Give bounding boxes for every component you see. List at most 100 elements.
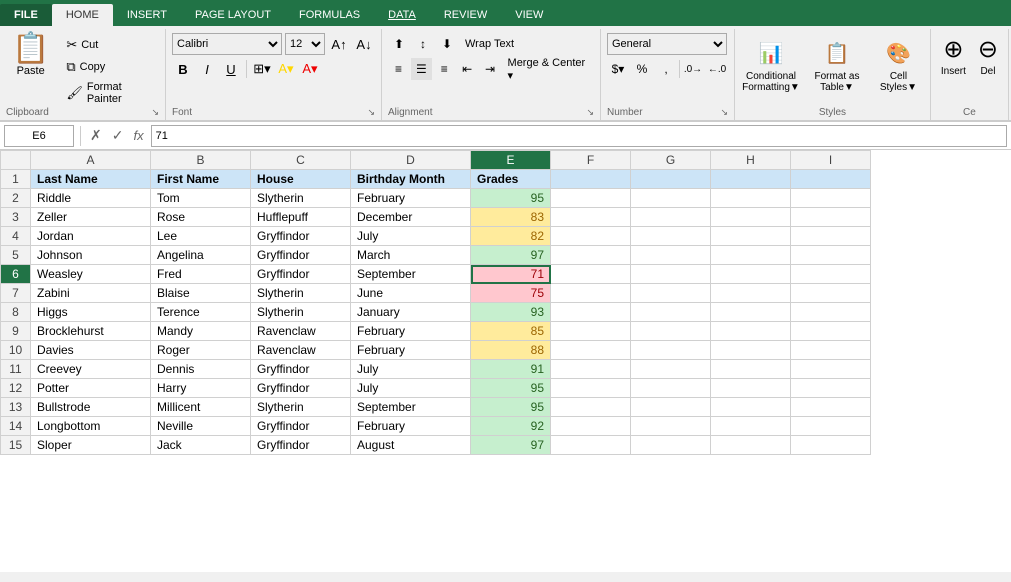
decrease-font-button[interactable]: A↓ (353, 33, 375, 55)
col-header-h[interactable]: H (711, 151, 791, 170)
format-painter-button[interactable]: 🖌 Format Painter (61, 79, 159, 107)
cell-A9[interactable]: Brocklehurst (31, 322, 151, 341)
cell-C3[interactable]: Hufflepuff (251, 208, 351, 227)
cell-C10[interactable]: Ravenclaw (251, 341, 351, 360)
cell-B8[interactable]: Terence (151, 303, 251, 322)
header-cell-H[interactable] (711, 170, 791, 189)
cell-E13[interactable]: 95 (471, 398, 551, 417)
cell-I15[interactable] (791, 436, 871, 455)
cell-B4[interactable]: Lee (151, 227, 251, 246)
italic-button[interactable]: I (196, 58, 218, 80)
align-left-button[interactable]: ≡ (388, 58, 409, 80)
cell-A13[interactable]: Bullstrode (31, 398, 151, 417)
cell-F12[interactable] (551, 379, 631, 398)
cell-B14[interactable]: Neville (151, 417, 251, 436)
cell-C9[interactable]: Ravenclaw (251, 322, 351, 341)
cell-A8[interactable]: Higgs (31, 303, 151, 322)
cell-F3[interactable] (551, 208, 631, 227)
cell-D10[interactable]: February (351, 341, 471, 360)
cell-H13[interactable] (711, 398, 791, 417)
header-cell-A[interactable]: Last Name (31, 170, 151, 189)
cell-H4[interactable] (711, 227, 791, 246)
cell-styles-button[interactable]: 🎨 Cell Styles▼ (873, 33, 924, 95)
cell-E4[interactable]: 82 (471, 227, 551, 246)
cell-F6[interactable] (551, 265, 631, 284)
cell-F5[interactable] (551, 246, 631, 265)
row-header-8[interactable]: 8 (1, 303, 31, 322)
cell-E6[interactable]: 71 (471, 265, 551, 284)
cell-I9[interactable] (791, 322, 871, 341)
paste-button[interactable]: 📋 Paste (6, 31, 55, 80)
cell-I4[interactable] (791, 227, 871, 246)
cell-D5[interactable]: March (351, 246, 471, 265)
align-right-button[interactable]: ≡ (434, 58, 455, 80)
cell-G6[interactable] (631, 265, 711, 284)
conditional-formatting-button[interactable]: 📊 Conditional Formatting▼ (741, 33, 801, 95)
alignment-expand-icon[interactable]: ↘ (586, 107, 594, 118)
font-size-select[interactable]: 12 (285, 33, 325, 55)
cell-B13[interactable]: Millicent (151, 398, 251, 417)
cell-C6[interactable]: Gryffindor (251, 265, 351, 284)
cell-C4[interactable]: Gryffindor (251, 227, 351, 246)
col-header-e[interactable]: E (471, 151, 551, 170)
row-header-1[interactable]: 1 (1, 170, 31, 189)
cell-D2[interactable]: February (351, 189, 471, 208)
col-header-i[interactable]: I (791, 151, 871, 170)
cell-D8[interactable]: January (351, 303, 471, 322)
cell-I3[interactable] (791, 208, 871, 227)
cell-I12[interactable] (791, 379, 871, 398)
row-header-13[interactable]: 13 (1, 398, 31, 417)
cell-H12[interactable] (711, 379, 791, 398)
cell-B6[interactable]: Fred (151, 265, 251, 284)
cell-F10[interactable] (551, 341, 631, 360)
cell-E15[interactable]: 97 (471, 436, 551, 455)
cell-D3[interactable]: December (351, 208, 471, 227)
cell-E2[interactable]: 95 (471, 189, 551, 208)
cell-D6[interactable]: September (351, 265, 471, 284)
cell-H7[interactable] (711, 284, 791, 303)
cell-E11[interactable]: 91 (471, 360, 551, 379)
tab-home[interactable]: HOME (52, 4, 113, 26)
cancel-formula-icon[interactable]: ✗ (87, 127, 105, 144)
header-cell-C[interactable]: House (251, 170, 351, 189)
cell-I11[interactable] (791, 360, 871, 379)
cell-I10[interactable] (791, 341, 871, 360)
cell-G7[interactable] (631, 284, 711, 303)
tab-formulas[interactable]: FORMULAS (285, 4, 374, 26)
bold-button[interactable]: B (172, 58, 194, 80)
decimal-decrease-button[interactable]: ←.0 (706, 58, 728, 80)
cell-G15[interactable] (631, 436, 711, 455)
row-header-14[interactable]: 14 (1, 417, 31, 436)
cell-I7[interactable] (791, 284, 871, 303)
cell-I5[interactable] (791, 246, 871, 265)
cell-C12[interactable]: Gryffindor (251, 379, 351, 398)
align-bottom-button[interactable]: ⬇ (436, 33, 458, 55)
underline-button[interactable]: U (220, 58, 242, 80)
cell-A6[interactable]: Weasley (31, 265, 151, 284)
cell-A11[interactable]: Creevey (31, 360, 151, 379)
cell-A3[interactable]: Zeller (31, 208, 151, 227)
cell-C11[interactable]: Gryffindor (251, 360, 351, 379)
cell-D7[interactable]: June (351, 284, 471, 303)
cell-D9[interactable]: February (351, 322, 471, 341)
number-format-select[interactable]: General (607, 33, 727, 55)
cell-E8[interactable]: 93 (471, 303, 551, 322)
fill-color-button[interactable]: A▾ (275, 58, 297, 80)
align-top-button[interactable]: ⬆ (388, 33, 410, 55)
cell-A7[interactable]: Zabini (31, 284, 151, 303)
font-expand-icon[interactable]: ↘ (367, 107, 375, 118)
cell-A2[interactable]: Riddle (31, 189, 151, 208)
col-header-a[interactable]: A (31, 151, 151, 170)
cell-E3[interactable]: 83 (471, 208, 551, 227)
header-cell-E[interactable]: Grades (471, 170, 551, 189)
decimal-increase-button[interactable]: .0→ (682, 58, 704, 80)
cell-B7[interactable]: Blaise (151, 284, 251, 303)
cell-H3[interactable] (711, 208, 791, 227)
col-header-c[interactable]: C (251, 151, 351, 170)
cell-E10[interactable]: 88 (471, 341, 551, 360)
cell-C15[interactable]: Gryffindor (251, 436, 351, 455)
cell-I14[interactable] (791, 417, 871, 436)
copy-button[interactable]: ⧉ Copy (61, 57, 159, 77)
header-cell-D[interactable]: Birthday Month (351, 170, 471, 189)
cell-E7[interactable]: 75 (471, 284, 551, 303)
